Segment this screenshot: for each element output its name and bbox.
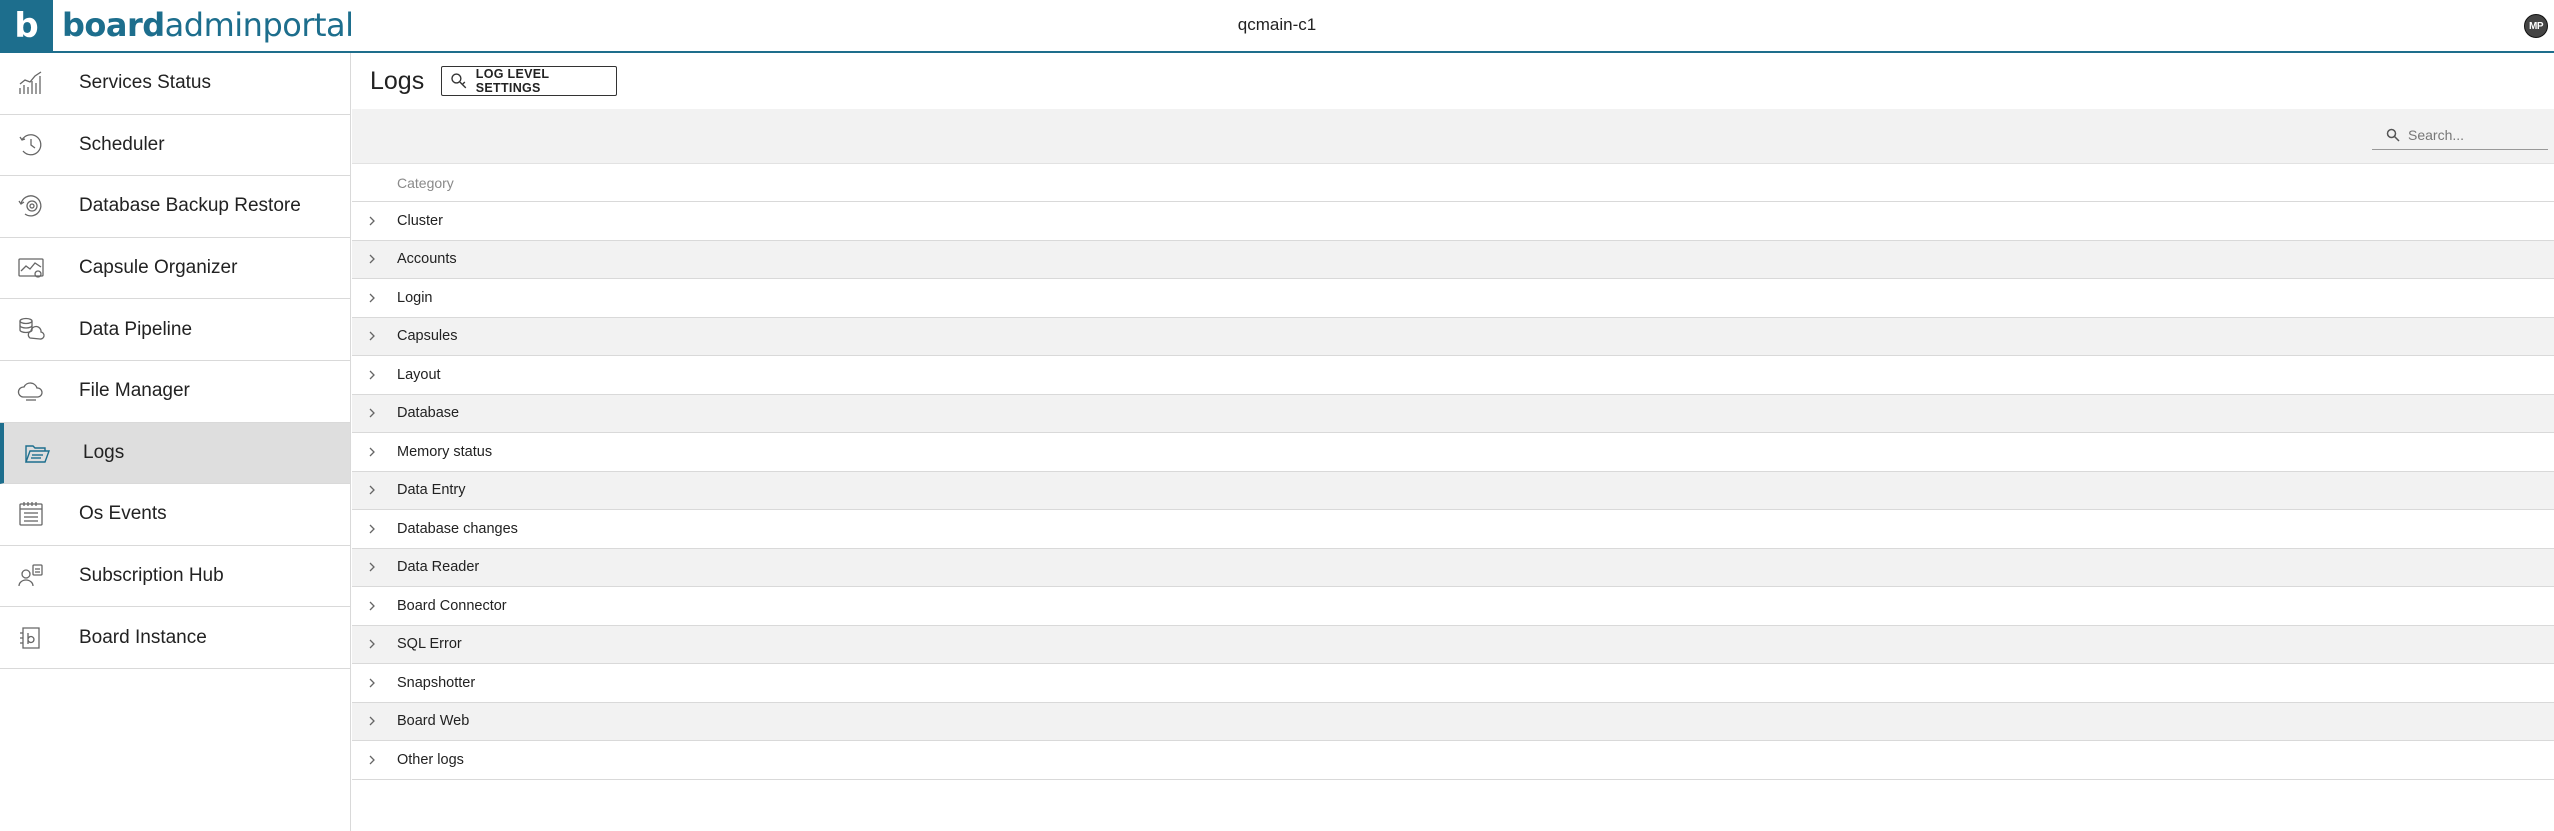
chevron-right-icon[interactable]	[367, 600, 377, 612]
os-events-calendar-icon	[19, 502, 43, 527]
logs-folder-icon	[25, 445, 50, 463]
table-row[interactable]: Snapshotter	[352, 664, 2554, 703]
database-backup-icon	[18, 195, 42, 217]
log-level-settings-button[interactable]: LOG LEVEL SETTINGS	[441, 66, 617, 96]
chevron-right-icon[interactable]	[367, 292, 377, 304]
sidebar-item-database-backup-restore[interactable]: Database Backup Restore	[0, 176, 350, 238]
sidebar-item-label: Logs	[83, 441, 125, 463]
subscription-hub-icon	[18, 564, 43, 587]
table-header: Category	[352, 164, 2554, 202]
category-name: Login	[397, 289, 433, 306]
chevron-right-icon[interactable]	[367, 330, 377, 342]
filter-bar	[352, 109, 2554, 164]
sidebar-item-label: Scheduler	[79, 133, 165, 155]
sidebar-item-label: Services Status	[79, 72, 211, 94]
table-row[interactable]: Data Entry	[352, 471, 2554, 510]
category-name: Capsules	[397, 328, 458, 345]
sidebar: Services Status Scheduler Database Backu…	[0, 53, 351, 831]
sidebar-item-services-status[interactable]: Services Status	[0, 53, 350, 115]
chevron-right-icon[interactable]	[367, 561, 377, 573]
table-row[interactable]: Database	[352, 394, 2554, 433]
chevron-right-icon[interactable]	[367, 484, 377, 496]
top-bar: b boardadminportal qcmain-c1 MP	[0, 0, 2554, 53]
capsule-organizer-icon	[18, 258, 44, 278]
search-settings-icon	[451, 73, 467, 89]
category-name: Board Connector	[397, 597, 507, 614]
sidebar-item-label: File Manager	[79, 380, 190, 402]
chevron-right-icon[interactable]	[367, 754, 377, 766]
instance-name: qcmain-c1	[1237, 15, 1317, 34]
column-header-category[interactable]: Category	[397, 175, 454, 191]
sidebar-item-label: Subscription Hub	[79, 565, 224, 587]
category-name: Other logs	[397, 751, 464, 768]
board-instance-icon	[20, 626, 40, 649]
search-box[interactable]	[2372, 120, 2548, 150]
table-row[interactable]: Login	[352, 279, 2554, 318]
search-input[interactable]	[2408, 126, 2538, 143]
board-logo-icon[interactable]: b	[0, 0, 53, 53]
category-name: Board Web	[397, 713, 470, 730]
chevron-right-icon[interactable]	[367, 253, 377, 265]
sidebar-item-capsule-organizer[interactable]: Capsule Organizer	[0, 238, 350, 300]
sidebar-item-label: Database Backup Restore	[79, 195, 301, 217]
sidebar-item-subscription-hub[interactable]: Subscription Hub	[0, 546, 350, 608]
chevron-right-icon[interactable]	[367, 715, 377, 727]
data-pipeline-icon	[19, 317, 45, 340]
category-name: Snapshotter	[397, 674, 476, 691]
brand-wordmark: boardadminportal	[62, 7, 354, 43]
chevron-right-icon[interactable]	[367, 677, 377, 689]
sidebar-item-file-manager[interactable]: File Manager	[0, 361, 350, 423]
sidebar-item-data-pipeline[interactable]: Data Pipeline	[0, 299, 350, 361]
category-name: Cluster	[397, 212, 443, 229]
category-name: Accounts	[397, 251, 457, 268]
table-row[interactable]: Cluster	[352, 202, 2554, 241]
category-name: Layout	[397, 366, 441, 383]
table-body: Cluster Accounts Login Capsules Layout Databa…	[352, 202, 2554, 780]
table-row[interactable]: Database changes	[352, 510, 2554, 549]
file-manager-cloud-icon	[17, 382, 43, 401]
table-row[interactable]: Layout	[352, 356, 2554, 395]
category-name: Database	[397, 405, 460, 422]
category-name: SQL Error	[397, 636, 462, 653]
chevron-right-icon[interactable]	[367, 369, 377, 381]
chevron-right-icon[interactable]	[367, 215, 377, 227]
table-row[interactable]: Memory status	[352, 433, 2554, 472]
category-name: Data Reader	[397, 559, 480, 576]
table-row[interactable]: Board Web	[352, 702, 2554, 741]
page-title: Logs	[370, 67, 425, 95]
sidebar-item-label: Board Instance	[79, 626, 207, 648]
sidebar-item-scheduler[interactable]: Scheduler	[0, 115, 350, 177]
main-content: Logs LOG LEVEL SETTINGS Category Cluster…	[352, 53, 2554, 831]
brand-bold: board	[62, 6, 165, 44]
table-row[interactable]: Capsules	[352, 317, 2554, 356]
table-row[interactable]: SQL Error	[352, 625, 2554, 664]
sidebar-item-os-events[interactable]: Os Events	[0, 484, 350, 546]
sidebar-item-board-instance[interactable]: Board Instance	[0, 607, 350, 669]
category-name: Memory status	[397, 443, 493, 460]
table-row[interactable]: Other logs	[352, 741, 2554, 780]
log-categories-table: Category Cluster Accounts Login Capsules Lay…	[352, 164, 2554, 780]
category-name: Database changes	[397, 520, 518, 537]
brand-light: adminportal	[164, 6, 354, 44]
user-avatar[interactable]: MP	[2524, 14, 2548, 38]
table-row[interactable]: Data Reader	[352, 548, 2554, 587]
chevron-right-icon[interactable]	[367, 407, 377, 419]
sidebar-item-logs[interactable]: Logs	[0, 422, 350, 485]
sidebar-item-label: Os Events	[79, 503, 167, 525]
sidebar-item-label: Data Pipeline	[79, 318, 193, 340]
table-row[interactable]: Board Connector	[352, 587, 2554, 626]
search-icon	[2386, 128, 2400, 142]
chevron-right-icon[interactable]	[367, 446, 377, 458]
services-status-icon	[19, 71, 42, 95]
table-row[interactable]: Accounts	[352, 240, 2554, 279]
log-level-settings-label: LOG LEVEL SETTINGS	[475, 67, 550, 95]
category-name: Data Entry	[397, 482, 466, 499]
chevron-right-icon[interactable]	[367, 638, 377, 650]
scheduler-clock-icon	[19, 134, 42, 156]
chevron-right-icon[interactable]	[367, 523, 377, 535]
sidebar-item-label: Capsule Organizer	[79, 257, 238, 279]
